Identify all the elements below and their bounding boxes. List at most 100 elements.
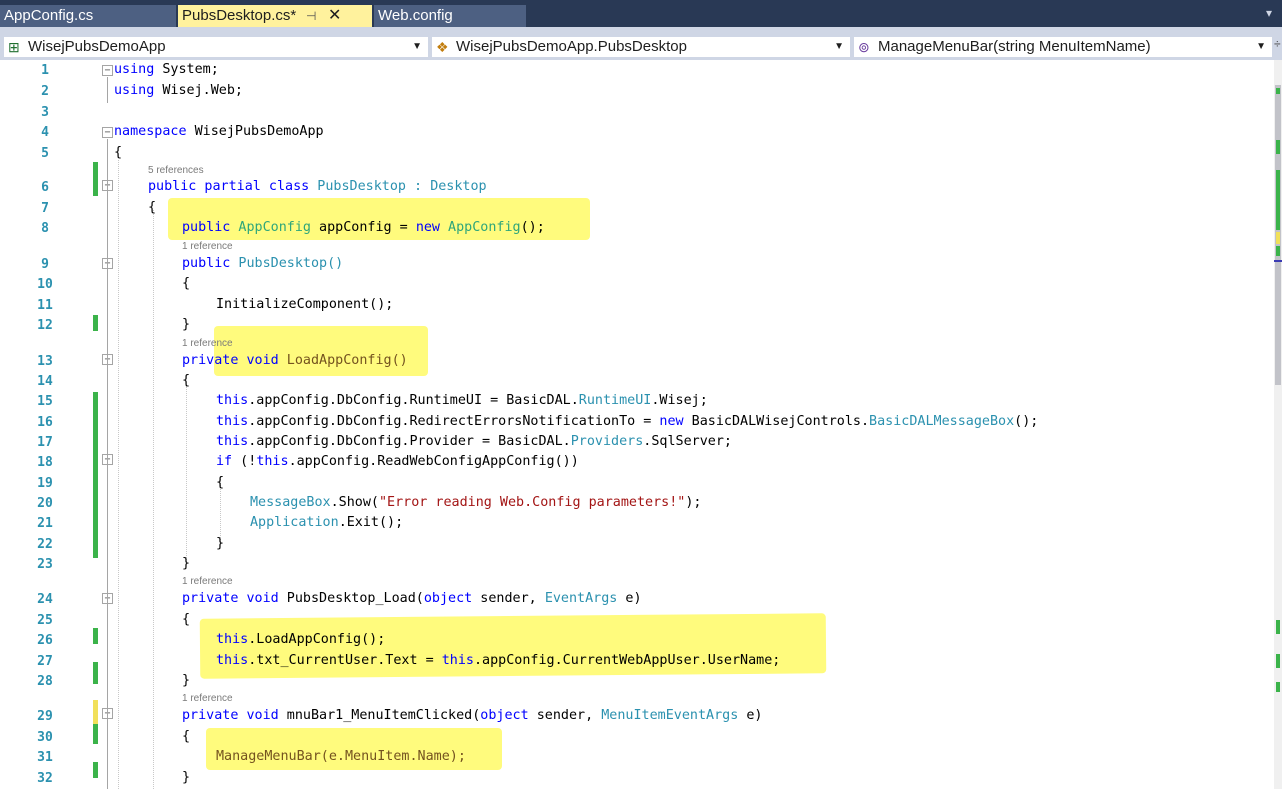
chevron-down-icon: ▼ [412,41,422,52]
chevron-down-icon: ▼ [834,41,844,52]
line-number: 17 [37,435,53,450]
code-line: { [114,145,123,160]
line-number: 2 [41,84,49,99]
document-tab-strip: AppConfig.cs PubsDesktop.cs* ⊣ ✕ Web.con… [0,0,1282,27]
member-name: ManageMenuBar(string MenuItemName) [878,38,1151,55]
line-number: 3 [41,105,49,120]
tab-label: Web.config [378,7,453,24]
code-line: } [182,317,191,332]
tab-overflow-dropdown-icon[interactable]: ▾ [1266,6,1272,20]
member-dropdown[interactable]: ⊚ ManageMenuBar(string MenuItemName) ▼ [853,36,1273,58]
close-tab-icon[interactable]: ✕ [328,5,341,27]
code-line: { [182,373,191,388]
code-line: InitializeComponent(); [216,297,394,312]
collapse-icon[interactable]: − [102,127,113,138]
tab-pubsdesktop[interactable]: PubsDesktop.cs* ⊣ ✕ [178,5,372,27]
tab-webconfig[interactable]: Web.config [374,5,526,27]
code-line: ManageMenuBar(e.MenuItem.Name); [216,749,466,764]
saved-change-mark [93,162,98,196]
line-number: 10 [37,277,53,292]
line-number: 5 [41,146,49,161]
code-line: public PubsDesktop() [182,256,344,271]
line-number: 7 [41,201,49,216]
code-line: { [216,475,225,490]
code-line: this.appConfig.DbConfig.RuntimeUI = Basi… [216,393,708,408]
pin-tab-icon[interactable]: ⊣ [306,5,316,27]
code-line: { [182,729,191,744]
codelens-references[interactable]: 1 reference [182,693,233,704]
navigation-bar: ⊞ WisejPubsDemoApp ▼ ❖ WisejPubsDemoApp.… [0,27,1282,60]
tab-label: AppConfig.cs [4,7,94,24]
code-line: } [182,673,191,688]
code-line: namespace WisejPubsDemoApp [114,124,324,139]
code-line: private void LoadAppConfig() [182,353,408,368]
overview-change-mark [1276,88,1280,94]
code-line: if (!this.appConfig.ReadWebConfigAppConf… [216,454,579,469]
codelens-references[interactable]: 5 references [148,165,204,176]
code-line: { [148,200,157,215]
code-line: MessageBox.Show("Error reading Web.Confi… [250,495,702,510]
line-number: 31 [37,750,53,765]
type-name: WisejPubsDemoApp.PubsDesktop [456,38,687,55]
overview-caret-mark [1274,260,1282,262]
line-number: 15 [37,394,53,409]
code-line: Application.Exit(); [250,515,404,530]
project-icon: ⊞ [8,39,20,55]
codelens-references[interactable]: 1 reference [182,338,233,349]
code-editor[interactable]: − − − − − − − − 1 2 3 4 5 6 7 8 9 10 11 … [0,60,1282,789]
saved-change-mark [93,724,98,744]
code-line: this.txt_CurrentUser.Text = this.appConf… [216,653,781,668]
split-window-icon[interactable]: ÷ [1274,37,1281,51]
chevron-down-icon: ▼ [1256,41,1266,52]
code-line: { [182,612,191,627]
overview-change-mark [1276,654,1280,668]
overview-change-mark [1276,232,1280,244]
code-line: this.appConfig.DbConfig.Provider = Basic… [216,434,732,449]
project-dropdown[interactable]: ⊞ WisejPubsDemoApp ▼ [3,36,429,58]
line-number: 14 [37,374,53,389]
code-line: private void mnuBar1_MenuItemClicked(obj… [182,708,763,723]
line-number: 20 [37,496,53,511]
saved-change-mark [93,662,98,684]
line-number: 4 [41,125,49,140]
code-line: this.appConfig.DbConfig.RedirectErrorsNo… [216,414,1039,429]
line-number: 26 [37,633,53,648]
codelens-references[interactable]: 1 reference [182,241,233,252]
type-dropdown[interactable]: ❖ WisejPubsDemoApp.PubsDesktop ▼ [431,36,851,58]
code-line: private void PubsDesktop_Load(object sen… [182,591,642,606]
highlight-mark [214,326,428,376]
vertical-scrollbar[interactable] [1274,60,1282,789]
line-number: 27 [37,654,53,669]
code-line: public AppConfig appConfig = new AppConf… [182,220,545,235]
line-number: 23 [37,557,53,572]
line-number: 30 [37,730,53,745]
line-number: 11 [37,298,53,313]
code-line: this.LoadAppConfig(); [216,632,386,647]
line-number: 12 [37,318,53,333]
saved-change-mark [93,762,98,778]
saved-change-mark [93,315,98,331]
method-icon: ⊚ [858,39,870,55]
overview-change-mark [1276,246,1280,256]
overview-change-mark [1276,140,1280,154]
saved-change-mark [93,392,98,558]
tab-appconfig[interactable]: AppConfig.cs [0,5,176,27]
collapse-icon[interactable]: − [102,65,113,76]
line-number: 9 [41,257,49,272]
codelens-references[interactable]: 1 reference [182,576,233,587]
line-number: 24 [37,592,53,607]
line-number: 1 [41,63,49,78]
fold-region-line [107,77,108,103]
code-line: } [182,556,191,571]
class-icon: ❖ [436,39,449,55]
line-number: 18 [37,455,53,470]
line-number: 22 [37,537,53,552]
line-number: 6 [41,180,49,195]
code-line: public partial class PubsDesktop : Deskt… [148,179,487,194]
code-line: { [182,276,191,291]
line-number: 25 [37,613,53,628]
fold-region-line [107,139,108,789]
line-number: 16 [37,415,53,430]
overview-change-mark [1276,170,1280,230]
code-line: } [182,770,191,785]
